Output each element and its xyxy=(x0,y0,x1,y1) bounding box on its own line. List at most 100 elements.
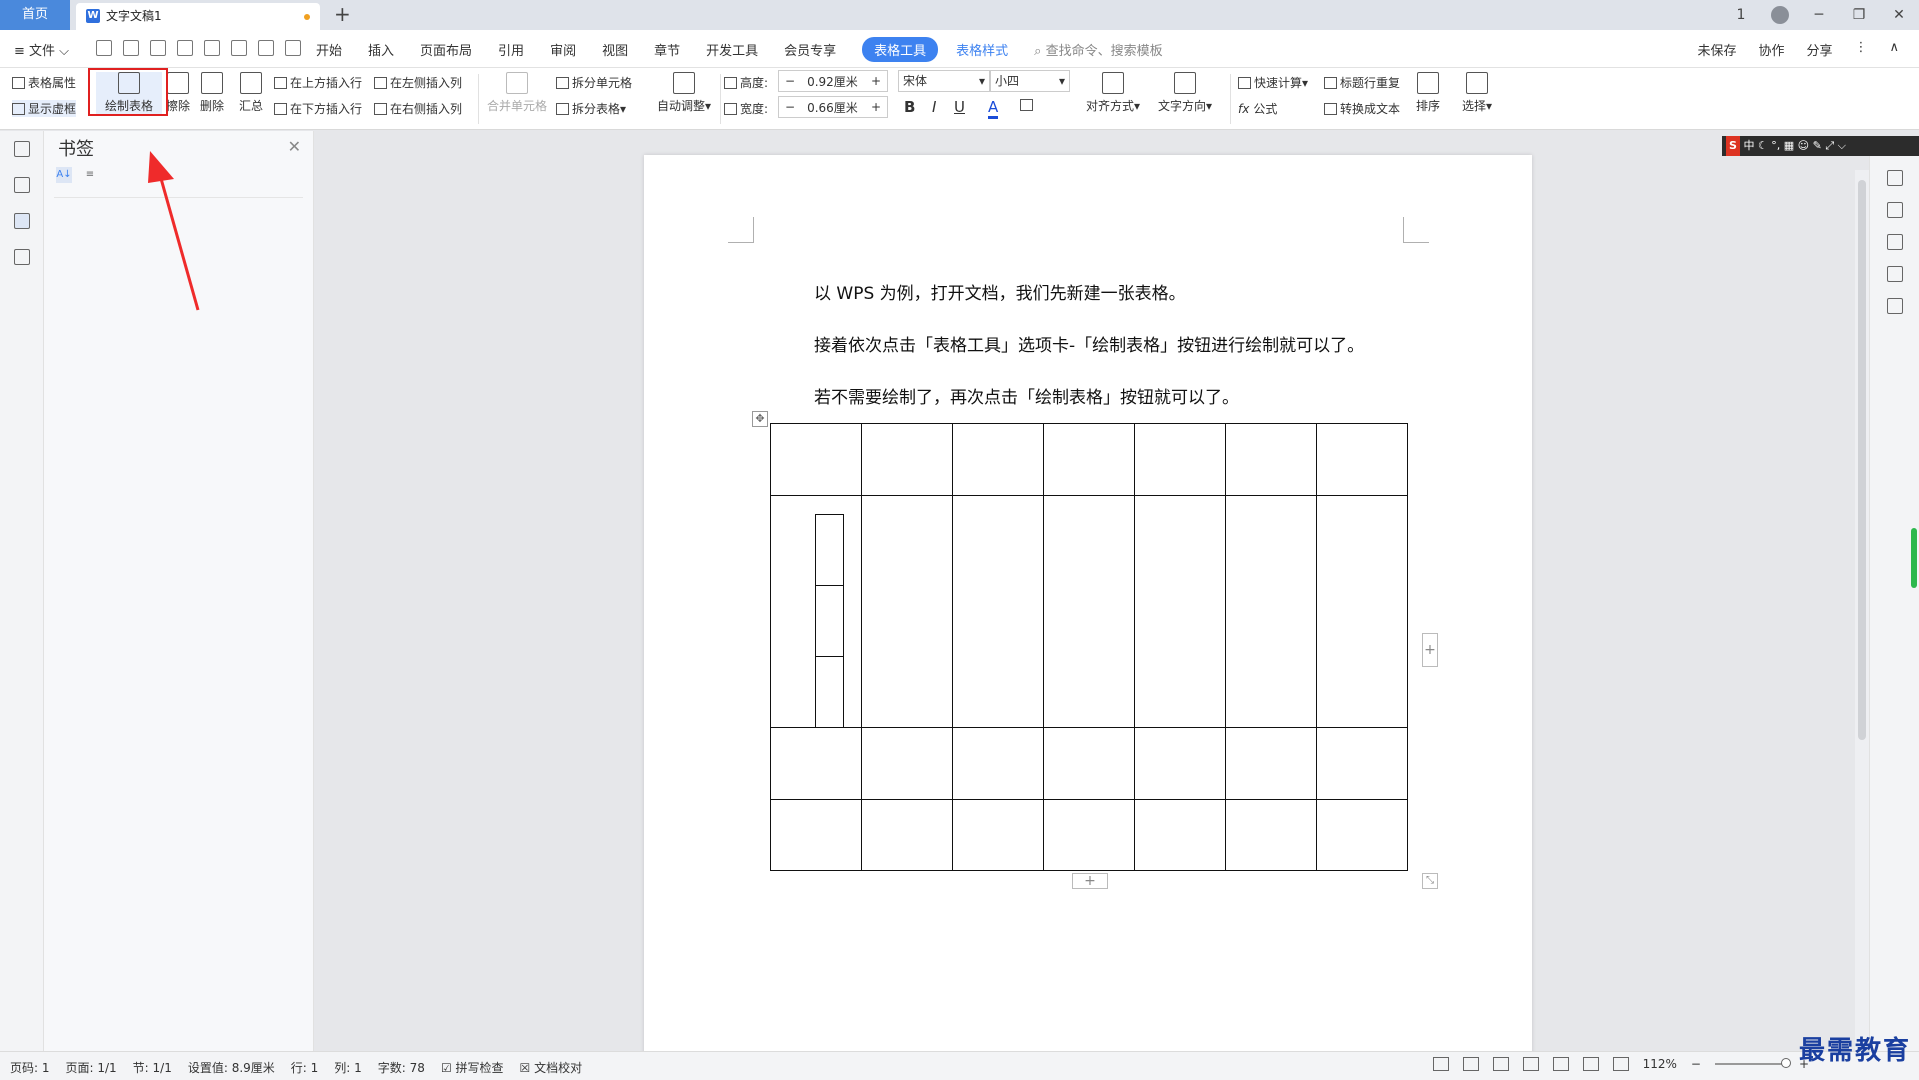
minimize-button[interactable]: ─ xyxy=(1799,7,1839,23)
document-table[interactable] xyxy=(770,423,1408,871)
tab-table-style[interactable]: 表格样式 xyxy=(956,40,1008,59)
table-cell[interactable] xyxy=(1316,495,1408,728)
table-cell[interactable] xyxy=(1225,495,1317,728)
nested-drawn-cell[interactable] xyxy=(815,514,844,586)
zoom-slider-handle[interactable] xyxy=(1780,1058,1791,1068)
bookmark-icon[interactable] xyxy=(13,213,30,229)
table-cell[interactable] xyxy=(1134,727,1226,800)
table-move-handle[interactable]: ✥ xyxy=(752,411,768,427)
convert-to-text-button[interactable]: 转换成文本 xyxy=(1324,100,1400,117)
font-name-select[interactable]: 宋体 ▾ xyxy=(898,70,990,92)
table-cell[interactable] xyxy=(1134,495,1226,728)
zoom-level[interactable]: 112% xyxy=(1643,1057,1677,1071)
insert-col-left-button[interactable]: 在左侧插入列 xyxy=(374,74,462,91)
ime-toolbar[interactable]: S 中 ☾ °, ▦ ☺ ✎ ⤢ ⌵ xyxy=(1722,136,1919,156)
print-icon[interactable] xyxy=(177,40,193,56)
reading-view-icon[interactable] xyxy=(1522,1057,1539,1071)
new-tab-button[interactable]: + xyxy=(334,2,351,26)
tab-home[interactable]: 首页 xyxy=(0,0,70,30)
table-cell[interactable] xyxy=(1134,799,1226,871)
table-cell[interactable] xyxy=(1225,727,1317,800)
redo-icon[interactable] xyxy=(258,40,274,56)
status-section[interactable]: 节: 1/1 xyxy=(133,1059,172,1076)
format-painter-icon[interactable] xyxy=(150,40,166,56)
table-cell[interactable] xyxy=(1225,799,1317,871)
tab-start[interactable]: 开始 xyxy=(316,40,342,59)
auto-fit-button[interactable]: 自动调整▾ xyxy=(652,72,716,114)
table-cell[interactable] xyxy=(770,727,862,800)
doc-check-button[interactable]: ☒ 文档校对 xyxy=(520,1059,583,1076)
table-resize-handle[interactable]: ⤡ xyxy=(1422,873,1438,889)
more-icon[interactable]: ⋮ xyxy=(1854,40,1867,59)
nested-drawn-cell[interactable] xyxy=(815,585,844,657)
width-value[interactable]: 0.66厘米 xyxy=(801,99,865,116)
paragraph[interactable]: 接着依次点击「表格工具」选项卡-「绘制表格」按钮进行绘制就可以了。 xyxy=(814,331,1364,356)
tab-view[interactable]: 视图 xyxy=(602,40,628,59)
save-icon[interactable] xyxy=(123,40,139,56)
width-stepper[interactable]: −0.66厘米 + xyxy=(778,96,888,118)
summary-button[interactable]: 汇总 xyxy=(234,72,268,114)
quick-calc-button[interactable]: 快速计算▾ xyxy=(1238,74,1308,91)
tab-section[interactable]: 章节 xyxy=(654,40,680,59)
status-page[interactable]: 页面: 1/1 xyxy=(66,1059,117,1076)
zoom-out-button[interactable]: − xyxy=(1691,1057,1701,1071)
table-cell[interactable] xyxy=(1043,495,1135,728)
table-cell[interactable] xyxy=(1043,423,1135,496)
paragraph[interactable]: 若不需要绘制了，再次点击「绘制表格」按钮就可以了。 xyxy=(814,383,1239,408)
table-properties-button[interactable]: 表格属性 xyxy=(12,74,76,91)
collapse-ribbon-icon[interactable]: ∧ xyxy=(1889,40,1899,59)
formula-button[interactable]: fx 公式 xyxy=(1238,100,1277,117)
outline-icon[interactable] xyxy=(13,141,30,157)
insert-row-below-button[interactable]: 在下方插入行 xyxy=(274,100,362,117)
bold-button[interactable]: B xyxy=(904,98,915,116)
eye-protect-icon[interactable] xyxy=(1432,1057,1449,1071)
insert-row-above-button[interactable]: 在上方插入行 xyxy=(274,74,362,91)
align-button[interactable]: 对齐方式▾ xyxy=(1082,72,1144,114)
underline-button[interactable]: U xyxy=(954,98,965,116)
font-color-button[interactable]: A xyxy=(988,98,999,119)
cloud-unsaved-button[interactable]: 未保存 xyxy=(1697,40,1736,59)
italic-button[interactable]: I xyxy=(932,98,936,116)
document-page[interactable]: 以 WPS 为例，打开文档，我们先新建一张表格。 接着依次点击「表格工具」选项卡… xyxy=(644,155,1532,1051)
table-cell[interactable] xyxy=(952,727,1044,800)
tab-insert[interactable]: 插入 xyxy=(368,40,394,59)
table-cell[interactable] xyxy=(1316,727,1408,800)
paragraph[interactable]: 以 WPS 为例，打开文档，我们先新建一张表格。 xyxy=(814,279,1186,304)
status-word-count[interactable]: 字数: 78 xyxy=(378,1059,425,1076)
split-cells-button[interactable]: 拆分单元格 xyxy=(556,74,632,91)
height-plus-button[interactable]: + xyxy=(865,74,887,88)
table-cell[interactable] xyxy=(952,495,1044,728)
add-column-button[interactable]: + xyxy=(1422,633,1438,667)
tab-review[interactable]: 审阅 xyxy=(550,40,576,59)
table-cell[interactable] xyxy=(861,727,953,800)
tab-table-tools[interactable]: 表格工具 xyxy=(862,36,939,62)
height-minus-button[interactable]: − xyxy=(779,74,801,88)
font-size-select[interactable]: 小四 ▾ xyxy=(990,70,1070,92)
sort-by-name-icon[interactable]: A↓ xyxy=(56,167,72,183)
collaborate-button[interactable]: 协作 xyxy=(1758,40,1784,59)
table-cell[interactable] xyxy=(1316,799,1408,871)
avatar[interactable] xyxy=(1771,6,1789,24)
table-cell[interactable] xyxy=(770,423,862,496)
delete-button[interactable]: 删除 xyxy=(192,72,232,114)
table-cell[interactable] xyxy=(952,799,1044,871)
maximize-button[interactable]: ❐ xyxy=(1839,7,1879,23)
chapter-nav-icon[interactable] xyxy=(13,177,30,193)
zoom-slider[interactable] xyxy=(1714,1058,1791,1068)
table-cell[interactable] xyxy=(861,423,953,496)
width-minus-button[interactable]: − xyxy=(779,100,801,114)
sliders-icon[interactable] xyxy=(1886,266,1903,282)
table-cell[interactable] xyxy=(770,799,862,871)
table-cell[interactable] xyxy=(1043,727,1135,800)
customize-icon[interactable] xyxy=(285,40,301,56)
split-table-button[interactable]: 拆分表格▾ xyxy=(556,100,626,117)
table-cell[interactable] xyxy=(1225,423,1317,496)
close-button[interactable]: ✕ xyxy=(1879,7,1919,23)
tab-document[interactable]: W 文字文稿1 xyxy=(76,3,320,30)
tab-references[interactable]: 引用 xyxy=(498,40,524,59)
web-view-icon[interactable] xyxy=(1552,1057,1569,1071)
status-setting[interactable]: 设置值: 8.9厘米 xyxy=(188,1059,275,1076)
show-gridlines-button[interactable]: 显示虚框 xyxy=(12,100,77,117)
sort-button[interactable]: 排序 xyxy=(1410,72,1446,114)
file-menu[interactable]: ≡ 文件 ⌵ xyxy=(14,40,69,59)
